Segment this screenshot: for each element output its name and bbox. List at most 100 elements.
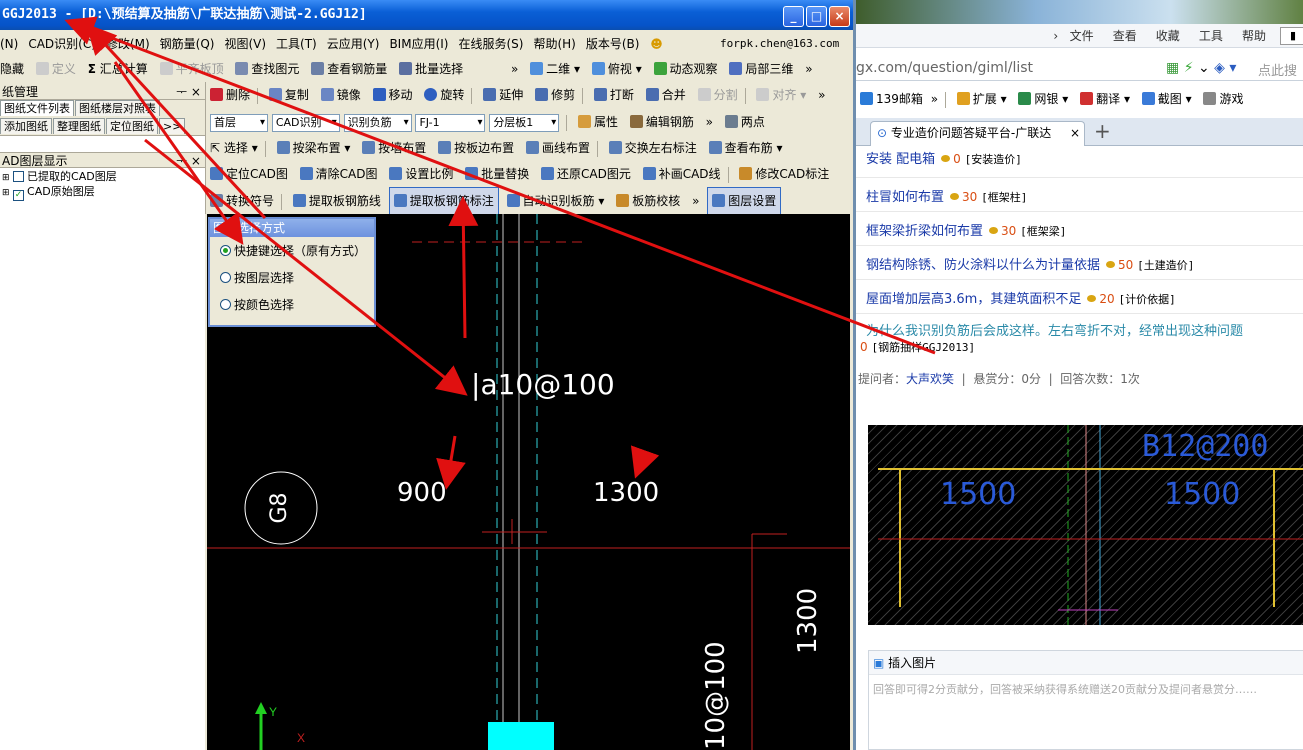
menu-item[interactable]: (N)	[0, 31, 23, 57]
browser-tab-active[interactable]: ⊙ 专业造价问题答疑平台-广联达 ×	[870, 121, 1085, 146]
question-item[interactable]: 安装 配电箱 0 [安装造价]	[856, 146, 1303, 178]
overflow-chevron-icon[interactable]: »	[801, 57, 816, 82]
bookmark-screenshot[interactable]: 截图 ▾	[1138, 87, 1196, 111]
menu-cloud[interactable]: 云应用(Y)	[322, 31, 385, 57]
question-title[interactable]: 为什么我识别负筋后会成这样。左右弯折不对，经常出现这种问题	[866, 324, 1243, 339]
dynamic-observe-button[interactable]: 动态观察	[650, 57, 722, 82]
extend-button[interactable]: 延伸	[479, 82, 527, 109]
original-layer-checkbox[interactable]: ✓	[13, 190, 25, 201]
redraw-cad-line-button[interactable]: 补画CAD线	[639, 161, 725, 187]
question-item[interactable]: 柱冒如何布置 30 [框架柱]	[856, 178, 1303, 212]
question-item-selected[interactable]: 为什么我识别负筋后会成这样。左右弯折不对，经常出现这种问题 0 [钢筋抽样GGJ2…	[856, 314, 1303, 358]
question-tag[interactable]: [土建造价]	[1137, 259, 1194, 272]
edit-rebar-button[interactable]: 编辑钢筋	[626, 109, 698, 135]
expand-icon[interactable]: ⊞	[2, 173, 10, 183]
question-item[interactable]: 钢结构除锈、防火涂料以什么为计量依据 50 [土建造价]	[856, 246, 1303, 280]
local-3d-button[interactable]: 局部三维	[725, 57, 797, 82]
overflow-chevron-icon[interactable]: »	[702, 109, 717, 135]
close-button[interactable]: ×	[829, 6, 850, 27]
merge-button[interactable]: 合并	[642, 82, 690, 109]
browser-extra-button[interactable]: ▮	[1280, 27, 1303, 45]
browser-menu-file[interactable]: 文件	[1070, 29, 1094, 43]
menu-version[interactable]: 版本号(B)	[581, 31, 645, 57]
radio-color-select[interactable]: 按颜色选择	[220, 292, 374, 319]
layer-settings-button[interactable]: 图层设置	[707, 187, 782, 214]
search-input[interactable]: 点此搜	[1258, 60, 1297, 79]
move-button[interactable]: 移动	[369, 82, 417, 109]
mode-select[interactable]: CAD识别	[271, 113, 340, 132]
clear-cad-button[interactable]: 清除CAD图	[296, 161, 382, 187]
select-button[interactable]: ⇱ 选择 ▾	[206, 135, 262, 161]
question-title[interactable]: 屋面增加层高3.6m，其建筑面积不足	[866, 292, 1081, 307]
cad-rebar-vertical[interactable]: 10@100	[701, 641, 731, 750]
tree-item-extracted[interactable]: ⊞ 已提取的CAD图层	[2, 170, 205, 185]
two-points-button[interactable]: 两点	[721, 109, 769, 135]
layer-select[interactable]: 分层板1	[489, 113, 560, 132]
align-button[interactable]: 对齐 ▾	[752, 82, 810, 109]
locate-cad-button[interactable]: 定位CAD图	[206, 161, 292, 187]
cad-dim-1300-vertical[interactable]: 1300	[793, 588, 823, 654]
delete-button[interactable]: 删除	[206, 82, 254, 109]
maximize-button[interactable]: □	[806, 6, 827, 27]
locate-drawing-button[interactable]: 定位图纸	[106, 118, 158, 134]
expand-icon[interactable]: ⊞	[2, 188, 10, 198]
mirror-button[interactable]: 镜像	[317, 82, 365, 109]
properties-button[interactable]: 属性	[574, 109, 622, 135]
question-title[interactable]: 安装 配电箱	[866, 152, 935, 167]
question-item[interactable]: 框架梁折梁如何布置 30 [框架梁]	[856, 212, 1303, 246]
question-tag[interactable]: [框架柱]	[981, 191, 1027, 204]
view-2d-dropdown[interactable]: 二维 ▾	[526, 57, 584, 82]
panel2-pin-close-icon[interactable]: ᅮ ×	[176, 153, 201, 169]
address-bar[interactable]: gx.com/question/giml/list	[856, 55, 1156, 81]
menu-rebar[interactable]: 钢筋量(Q)	[155, 31, 220, 57]
minimize-button[interactable]: _	[783, 6, 804, 27]
menu-bim[interactable]: BIM应用(I)	[384, 31, 453, 57]
bookmark-translate[interactable]: 翻译 ▾	[1076, 87, 1134, 111]
radio-layer-select[interactable]: 按图层选择	[220, 265, 374, 292]
flush-slab-top-button[interactable]: 平齐板顶	[156, 57, 228, 82]
tree-item-original[interactable]: ⊞ ✓ CAD原始图层	[2, 185, 205, 201]
line-layout-button[interactable]: 画线布置	[522, 135, 594, 161]
question-tag[interactable]: [计价依据]	[1118, 293, 1175, 306]
question-image[interactable]: B12@200 1500 1500	[868, 425, 1303, 625]
find-element-button[interactable]: 查找图元	[231, 57, 303, 82]
answer-textarea[interactable]: 回答即可得2分贡献分，回答被采纳获得系统赠送20贡献分及提问者悬赏分……	[869, 675, 1303, 703]
convert-symbol-button[interactable]: 转换符号	[206, 188, 278, 214]
trim-button[interactable]: 修剪	[531, 82, 579, 109]
batch-select-button[interactable]: 批量选择	[395, 57, 467, 82]
question-item[interactable]: 屋面增加层高3.6m，其建筑面积不足 20 [计价依据]	[856, 280, 1303, 314]
tab-close-icon[interactable]: ×	[1070, 122, 1080, 145]
bookmark-bank[interactable]: 网银 ▾	[1014, 87, 1072, 111]
extract-rebar-label-button[interactable]: 提取板钢筋标注	[388, 187, 499, 214]
overflow-chevron-icon[interactable]: »	[688, 188, 703, 214]
overflow-chevron-icon[interactable]: »	[814, 82, 829, 109]
radio-shortcut-select[interactable]: 快捷键选择（原有方式）	[220, 238, 374, 265]
new-tab-button[interactable]: +	[1094, 119, 1111, 143]
question-tag[interactable]: [安装造价]	[965, 153, 1022, 166]
more-bookmarks-icon[interactable]: »	[931, 92, 938, 106]
tab-floor-map[interactable]: 图纸楼层对照表	[75, 100, 160, 116]
menu-view[interactable]: 视图(V)	[219, 31, 271, 57]
menu-tools[interactable]: 工具(T)	[271, 31, 322, 57]
tab-drawing-list[interactable]: 图纸文件列表	[0, 100, 74, 116]
question-title[interactable]: 钢结构除锈、防火涂料以什么为计量依据	[866, 258, 1100, 273]
extracted-layer-checkbox[interactable]	[13, 171, 25, 182]
swap-labels-button[interactable]: 交换左右标注	[605, 135, 701, 161]
menu-chevron-icon[interactable]: ›	[1053, 29, 1058, 43]
code-select[interactable]: FJ-1	[415, 113, 486, 132]
panel-pin-close-icon[interactable]: ᅮ ×	[176, 84, 201, 100]
rebar-check-button[interactable]: 板筋校核	[612, 188, 684, 214]
browser-menu-favorites[interactable]: 收藏	[1156, 29, 1180, 43]
bookmark-games[interactable]: 游戏	[1199, 87, 1247, 111]
menu-online[interactable]: 在线服务(S)	[453, 31, 528, 57]
copy-button[interactable]: 复制	[265, 82, 313, 109]
define-button[interactable]: 定义	[32, 57, 80, 82]
add-drawing-button[interactable]: 添加图纸	[0, 118, 52, 134]
organize-drawing-button[interactable]: 整理图纸	[53, 118, 105, 134]
wall-layout-button[interactable]: 按墙布置	[358, 135, 430, 161]
bookmark-extensions[interactable]: 扩展 ▾	[953, 87, 1011, 111]
rotate-button[interactable]: 旋转	[420, 82, 468, 109]
search-engine-icon[interactable]: ◈	[1214, 60, 1225, 76]
asker-name[interactable]: 大声欢笑	[906, 372, 954, 386]
view-rebar-qty-button[interactable]: 查看钢筋量	[307, 57, 391, 82]
